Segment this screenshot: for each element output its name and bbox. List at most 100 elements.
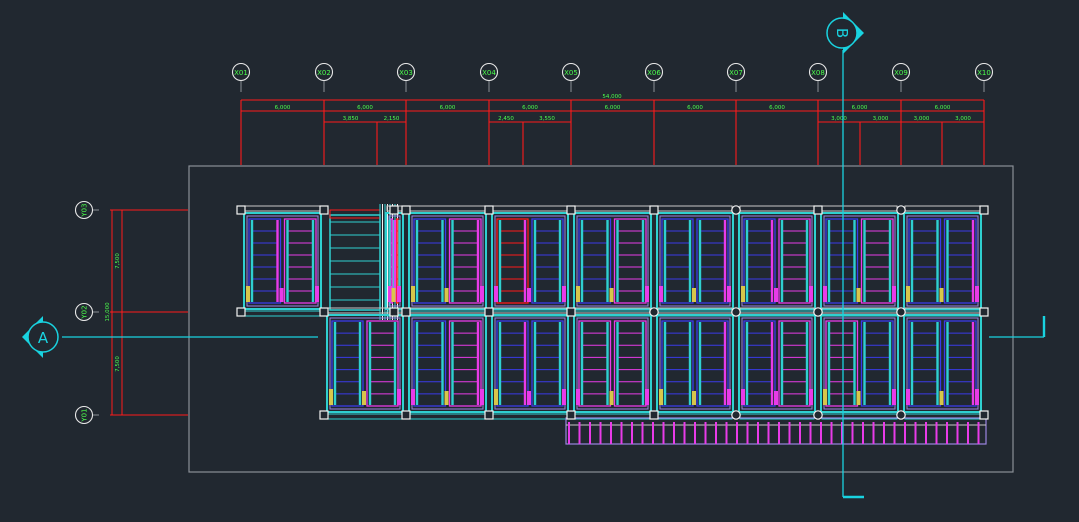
column-node-square [401, 307, 411, 317]
accent-member [527, 288, 531, 302]
column-node-square [813, 205, 823, 215]
accent-member [975, 286, 979, 302]
accent-member [576, 389, 580, 405]
column-node-round [813, 410, 823, 420]
axis-label-x05: X05 [564, 69, 578, 77]
accent-member [856, 391, 861, 405]
accent-member [939, 288, 944, 302]
bay-dimension-text: 6,000 [275, 105, 291, 111]
accent-member [480, 389, 484, 405]
sub-dimension-text: 3,550 [539, 116, 555, 122]
column-node-square [566, 410, 576, 420]
accent-member [411, 389, 415, 405]
accent-member [397, 389, 401, 405]
accent-member [975, 389, 979, 405]
accent-member [411, 286, 415, 302]
accent-member [444, 288, 449, 302]
sub-dimension-text: 3,000 [914, 116, 930, 122]
column-node-square [401, 410, 411, 420]
column-node-round [896, 410, 906, 420]
sub-dimension-text: 3,850 [343, 116, 359, 122]
axis-label-x08: X08 [811, 69, 825, 77]
column-node-square [979, 307, 989, 317]
total-dimension-text: 54,000 [602, 94, 622, 100]
axis-label-x04: X04 [482, 69, 496, 77]
accent-member [527, 391, 531, 405]
structural-plan-canvas[interactable]: X01 X02 X03 X04 X05 X06 X07 X08 X09 X10 54,000 6,00… [0, 0, 1079, 522]
accent-member [906, 389, 910, 405]
accent-member [741, 286, 745, 302]
axis-label-y02: Y02 [81, 305, 89, 319]
column-node-round [896, 307, 906, 317]
accent-member [362, 391, 366, 405]
bay-dimension-text: 6,000 [522, 105, 538, 111]
column-node-round [731, 205, 741, 215]
row-dimension-text: 7,500 [115, 253, 121, 269]
column-node-square [389, 205, 399, 215]
sub-dimension-text: 3,000 [955, 116, 971, 122]
column-node-square [649, 205, 659, 215]
bay-dimension-text: 6,000 [605, 105, 621, 111]
axis-label-x07: X07 [729, 69, 743, 77]
axis-label-x02: X02 [317, 69, 331, 77]
axis-label-x03: X03 [399, 69, 413, 77]
column-node-square [484, 205, 494, 215]
accent-member [823, 389, 827, 405]
bay-dimension-text: 6,000 [769, 105, 785, 111]
column-node-round [731, 410, 741, 420]
column-node-square [484, 410, 494, 420]
accent-member [906, 286, 910, 302]
column-node-square [319, 410, 329, 420]
accent-member [659, 389, 663, 405]
column-node-square [319, 307, 329, 317]
accent-member [645, 286, 649, 302]
accent-member [397, 286, 401, 302]
column-node-square [401, 205, 411, 215]
column-node-square [319, 205, 329, 215]
section-label-a: A [38, 329, 49, 347]
column-node-square [566, 307, 576, 317]
column-node-square [484, 307, 494, 317]
sub-dimension-text: 3,000 [873, 116, 889, 122]
column-node-square [649, 410, 659, 420]
column-node-square [236, 307, 246, 317]
accent-member [279, 288, 284, 302]
accent-member [494, 286, 498, 302]
axis-label-x09: X09 [894, 69, 908, 77]
accent-member [809, 286, 813, 302]
accent-member [692, 288, 696, 302]
column-node-square [566, 205, 576, 215]
sub-dimension-text: 3,000 [831, 116, 847, 122]
accent-member [774, 391, 778, 405]
sub-dimension-text: 2,150 [384, 116, 400, 122]
accent-member [939, 391, 944, 405]
accent-member [388, 286, 392, 302]
accent-member [774, 288, 778, 302]
row-dimension-text: 7,500 [115, 356, 121, 372]
column-node-square [236, 205, 246, 215]
accent-member [329, 389, 333, 405]
bay-dimension-text: 6,000 [357, 105, 373, 111]
accent-member [892, 286, 896, 302]
column-node-square [979, 205, 989, 215]
column-node-square [389, 307, 399, 317]
accent-member [645, 389, 649, 405]
axis-label-y01: Y01 [81, 408, 89, 422]
axis-label-x10: X10 [977, 69, 991, 77]
accent-member [391, 288, 396, 302]
column-node-round [813, 307, 823, 317]
bay-dimension-text: 6,000 [852, 105, 868, 111]
accent-member [692, 391, 696, 405]
axis-label-x06: X06 [647, 69, 661, 77]
accent-member [444, 391, 449, 405]
accent-member [562, 389, 566, 405]
accent-member [892, 389, 896, 405]
accent-member [480, 286, 484, 302]
accent-member [727, 286, 731, 302]
row-total-dimension-text: 15,000 [105, 302, 111, 322]
column-node-round [649, 307, 659, 317]
axis-label-x01: X01 [234, 69, 248, 77]
accent-member [659, 286, 663, 302]
accent-member [856, 288, 861, 302]
column-node-round [896, 205, 906, 215]
